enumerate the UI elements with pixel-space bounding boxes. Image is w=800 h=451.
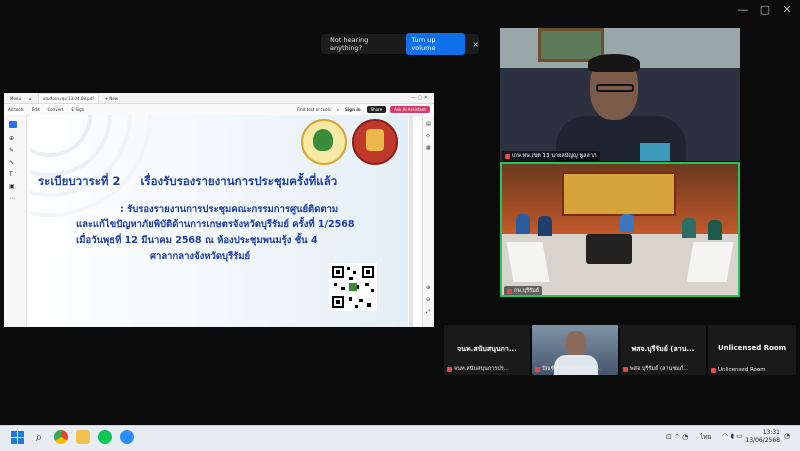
participant-label: ปัณฑิต หนองสวงทุรใจ... bbox=[535, 365, 601, 373]
ai-assistant-button[interactable]: Ask AI Assistant bbox=[390, 106, 430, 113]
slide-line-4: ศาลากลางจังหวัดบุรีรัมย์ bbox=[150, 251, 251, 262]
taskbar-clock[interactable]: 13:31 13/06/2568 bbox=[745, 429, 780, 445]
room-name: กษ.บุรีรัมย์ bbox=[514, 288, 539, 294]
new-tab-button[interactable]: + New bbox=[105, 96, 118, 101]
participant-label: พสจ.บุรีรัมย์ (ลานชมภ์... bbox=[623, 365, 689, 373]
share-button[interactable]: Share bbox=[366, 106, 387, 113]
text-icon[interactable]: T bbox=[9, 171, 13, 178]
ministry-logo bbox=[301, 119, 347, 165]
home-icon[interactable]: ⌂ bbox=[29, 96, 32, 101]
left-table bbox=[506, 242, 550, 282]
slide-line-3: เมื่อวันพุธที่ 12 มีนาคม 2568 ณ ห้องประช… bbox=[76, 235, 318, 246]
pages-icon[interactable]: ▦ bbox=[426, 145, 431, 151]
video-tile-speaker[interactable]: เกษ.ทษ.เขต 13 นายสมัญญู พูลลาภ bbox=[500, 28, 740, 161]
zoom-out-icon[interactable]: ⊖ bbox=[426, 297, 430, 303]
find-text-field[interactable]: Find text or tools bbox=[297, 107, 331, 112]
tool-all-tools[interactable]: All tools bbox=[8, 107, 24, 112]
province-logo bbox=[352, 119, 398, 165]
room-monitor bbox=[586, 234, 632, 264]
participant-thumb-3[interactable]: พสจ.บุรีรัมย์ (ลาน... พสจ.บุรีรัมย์ (ลาน… bbox=[620, 325, 706, 375]
room-banner bbox=[562, 172, 676, 216]
draw-icon[interactable]: ∿ bbox=[9, 159, 14, 166]
slide-title: ระเบียบวาระที่ 2 เรื่องรับรองรายงานการปร… bbox=[38, 174, 338, 188]
windows-start-icon[interactable] bbox=[10, 430, 24, 444]
browser-tab-bar: Menu ⌂ หนังสือประชุม 13.04.68.pdf + New … bbox=[4, 93, 434, 104]
chrome-icon[interactable] bbox=[54, 430, 68, 444]
tray-icons[interactable]: ⊡ ⌃ ◔ bbox=[666, 433, 688, 441]
zoom-in-icon[interactable]: ⊕ bbox=[426, 285, 430, 291]
participant-label: Unlicensed Room bbox=[711, 367, 766, 373]
toast-close-button[interactable]: × bbox=[472, 40, 479, 49]
select-tool-icon[interactable] bbox=[9, 121, 17, 128]
network-volume-icons[interactable]: ◠ ◖ ▭ bbox=[722, 432, 743, 440]
comment-icon[interactable]: ▤ bbox=[426, 121, 431, 127]
participant-thumb-1[interactable]: จนท.สนับสนุนกา... จนท.สนับสนุนการปร... bbox=[444, 325, 530, 375]
attendee bbox=[620, 214, 634, 232]
more-icon[interactable]: ⋯ bbox=[9, 195, 15, 202]
video-tile-room[interactable]: กษ.บุรีรัมย์ bbox=[500, 162, 740, 297]
participant-name-big: จนท.สนับสนุนกา... bbox=[457, 345, 517, 353]
mic-icon bbox=[507, 288, 512, 294]
tool-convert[interactable]: Convert bbox=[48, 107, 64, 112]
slide-line-1: : รับรองรายงานการประชุมคณะกรรมการศูนย์ติ… bbox=[120, 204, 339, 215]
speaker-name-label: เกษ.ทษ.เขต 13 นายสมัญญู พูลลาภ bbox=[502, 151, 600, 161]
collar bbox=[640, 143, 670, 161]
pen-icon[interactable]: ✎ bbox=[9, 147, 14, 154]
sign-in-button[interactable]: Sign in bbox=[345, 107, 361, 112]
notification-bell-icon[interactable]: ◔ bbox=[784, 432, 790, 440]
zoom-app-icon[interactable] bbox=[120, 430, 134, 444]
qr-code bbox=[329, 263, 377, 311]
attendee bbox=[682, 218, 696, 238]
participant-name-big: Unlicensed Room bbox=[717, 344, 786, 352]
mic-muted-icon bbox=[711, 367, 716, 373]
mic-muted-icon bbox=[505, 153, 510, 159]
pdf-slide: ระเบียบวาระที่ 2 เรื่องรับรองรายงานการปร… bbox=[30, 115, 408, 327]
left-toolbar: ⊕ ✎ ∿ T ▣ ⋯ bbox=[4, 115, 27, 327]
room-name-label: กษ.บุรีรัมย์ bbox=[504, 286, 542, 295]
stamp-icon[interactable]: ▣ bbox=[9, 183, 15, 190]
zoom-icon[interactable]: ⊕ bbox=[9, 135, 14, 142]
slide-line-2: และแก้ไขปัญหาภัยพิบัติด้านการเกษตรจังหวั… bbox=[76, 219, 355, 230]
tool-esign[interactable]: E-Sign bbox=[71, 107, 84, 112]
menu-button[interactable]: Menu bbox=[10, 96, 21, 101]
bookmark-icon[interactable]: ◇ bbox=[426, 133, 430, 139]
speaker-name: เกษ.ทษ.เขต 13 นายสมัญญู พูลลาภ bbox=[512, 153, 597, 159]
person-hair bbox=[588, 54, 640, 72]
attendee bbox=[708, 220, 722, 240]
turn-up-volume-button[interactable]: Turn up volume bbox=[406, 33, 466, 55]
glasses bbox=[596, 84, 634, 92]
attendee bbox=[516, 214, 530, 234]
fit-page-icon[interactable]: ⤢ bbox=[426, 309, 430, 315]
attendee bbox=[538, 216, 552, 236]
participant-thumb-2[interactable]: ปัณฑิต หนองสวงทุรใจ... bbox=[532, 325, 618, 375]
shared-screen: Menu ⌂ หนังสือประชุม 13.04.68.pdf + New … bbox=[4, 93, 434, 327]
participant-thumb-4[interactable]: Unlicensed Room Unlicensed Room bbox=[708, 325, 796, 375]
pdf-scrollbar[interactable] bbox=[409, 115, 413, 327]
maximize-button[interactable]: ▢ bbox=[755, 3, 775, 17]
close-window-button[interactable]: ✕ bbox=[777, 3, 797, 17]
thumb-person-head bbox=[566, 331, 586, 357]
clock-time: 13:31 bbox=[762, 429, 780, 436]
mic-muted-icon bbox=[535, 366, 540, 372]
audio-toast: Not hearing anything? Turn up volume × bbox=[321, 33, 479, 55]
search-icon[interactable]: ⌕ bbox=[32, 430, 46, 444]
line-app-icon[interactable] bbox=[98, 430, 112, 444]
participant-label: จนท.สนับสนุนการปร... bbox=[447, 365, 509, 373]
clock-date: 13/06/2568 bbox=[745, 437, 780, 444]
minimize-button[interactable]: — bbox=[733, 3, 753, 17]
mic-muted-icon bbox=[623, 366, 628, 372]
mic-muted-icon bbox=[447, 366, 452, 372]
right-toolbar: ▤ ◇ ▦ ⊕ ⊖ ⤢ bbox=[422, 115, 434, 327]
right-table bbox=[686, 242, 734, 282]
tool-edit[interactable]: Edit bbox=[32, 107, 40, 112]
file-explorer-icon[interactable] bbox=[76, 430, 90, 444]
toast-message: Not hearing anything? bbox=[330, 36, 369, 52]
language-indicator[interactable]: ไทย bbox=[700, 432, 711, 442]
pdf-tab[interactable]: หนังสือประชุม 13.04.68.pdf bbox=[37, 93, 99, 103]
search-icon[interactable]: ⌕ bbox=[337, 107, 339, 112]
browser-window-controls[interactable]: — ▢ ✕ bbox=[411, 95, 428, 101]
participant-name-big: พสจ.บุรีรัมย์ (ลาน... bbox=[631, 345, 695, 353]
